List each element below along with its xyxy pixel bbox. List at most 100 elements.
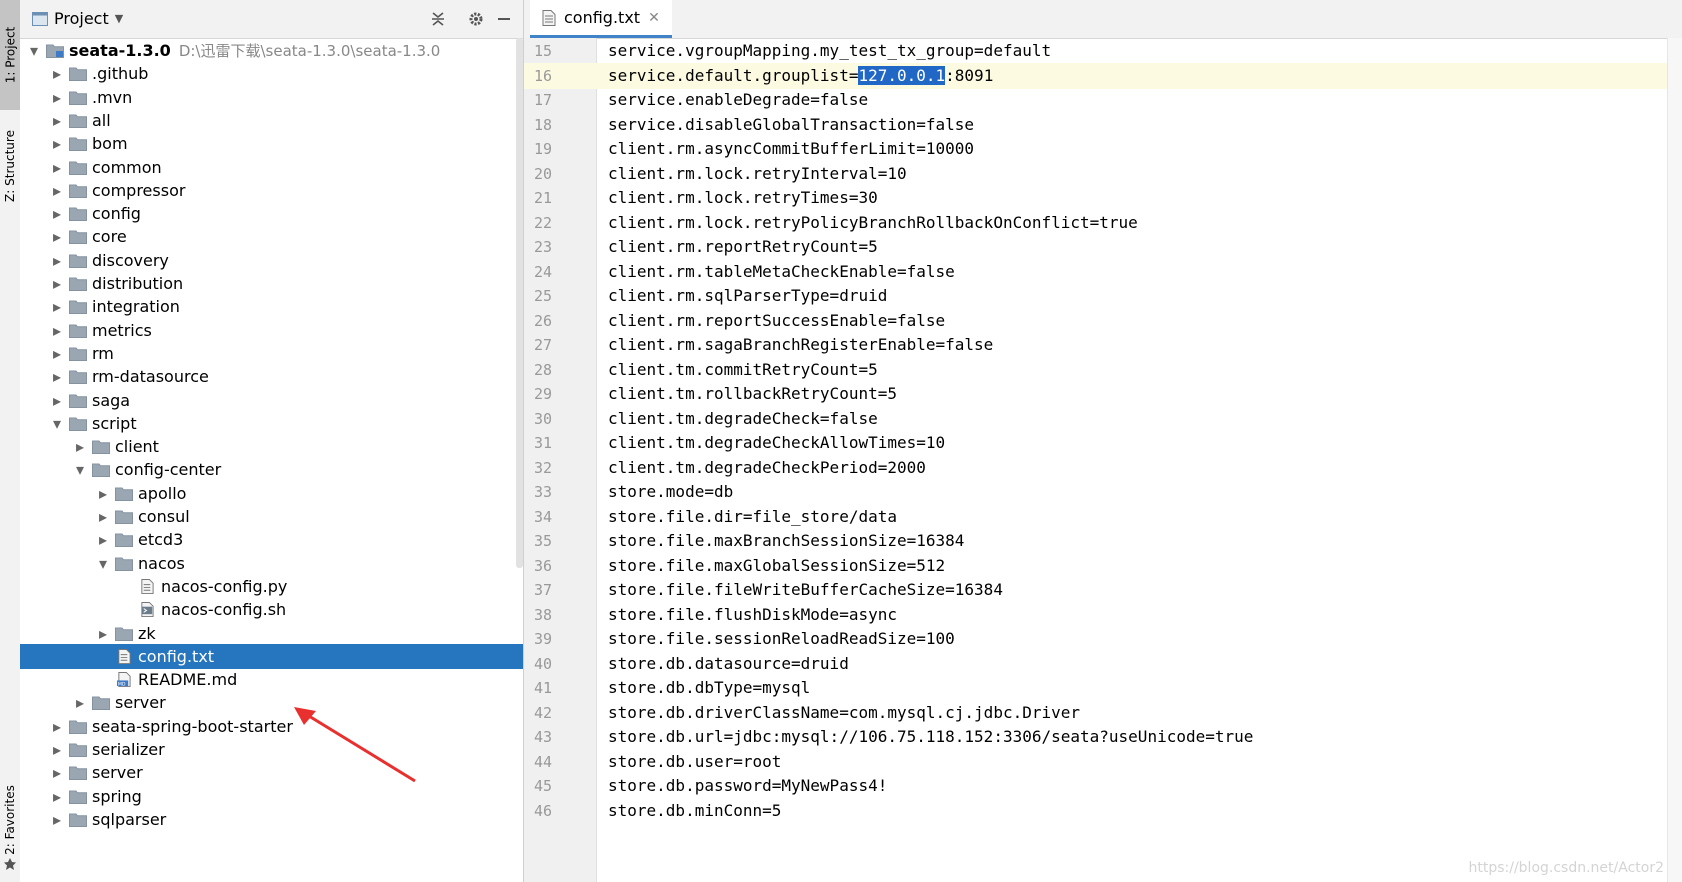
chevron-down-icon[interactable]: ▾ [95,554,111,573]
chevron-right-icon[interactable]: ▸ [49,297,65,316]
code-line[interactable]: store.file.maxBranchSessionSize=16384 [596,528,1682,554]
code-line[interactable]: client.rm.lock.retryInterval=10 [596,161,1682,187]
tree-item[interactable]: ▸ compressor [20,178,523,203]
chevron-right-icon[interactable]: ▸ [49,134,65,153]
chevron-right-icon[interactable]: ▸ [49,274,65,293]
chevron-right-icon[interactable]: ▸ [49,717,65,736]
chevron-right-icon[interactable]: ▸ [49,367,65,386]
chevron-right-icon[interactable]: ▸ [95,530,111,549]
tree-scrollbar[interactable] [516,38,523,568]
code-line[interactable]: client.tm.degradeCheckPeriod=2000 [596,455,1682,481]
chevron-right-icon[interactable]: ▸ [49,321,65,340]
tree-item[interactable]: ▸ seata-spring-boot-starter [20,714,523,739]
tree-item[interactable]: ▸ saga [20,388,523,413]
code-line[interactable]: client.rm.sagaBranchRegisterEnable=false [596,332,1682,358]
code-line[interactable]: client.tm.commitRetryCount=5 [596,357,1682,383]
tree-item[interactable]: ▸ all [20,108,523,133]
code-line[interactable]: store.mode=db [596,479,1682,505]
tree-item[interactable]: ▾ seata-1.3.0 D:\迅雷下载\seata-1.3.0\seata-1.… [20,38,523,63]
settings-button[interactable] [466,9,486,29]
chevron-right-icon[interactable]: ▸ [49,810,65,829]
code-line[interactable]: client.rm.lock.retryTimes=30 [596,185,1682,211]
code-line[interactable]: store.file.flushDiskMode=async [596,602,1682,628]
tree-item[interactable]: ▸ etcd3 [20,527,523,552]
tree-item[interactable]: ▸ distribution [20,271,523,296]
code-line[interactable]: client.rm.asyncCommitBufferLimit=10000 [596,136,1682,162]
chevron-right-icon[interactable]: ▸ [49,88,65,107]
code-line[interactable]: client.rm.reportSuccessEnable=false [596,308,1682,334]
code-line[interactable]: store.db.url=jdbc:mysql://106.75.118.152… [596,724,1682,750]
tree-item[interactable]: ▸ metrics [20,318,523,343]
code-line[interactable]: store.file.maxGlobalSessionSize=512 [596,553,1682,579]
code-line[interactable]: service.vgroupMapping.my_test_tx_group=d… [596,38,1682,64]
tree-item[interactable]: ▸ bom [20,131,523,156]
code-line[interactable]: client.tm.degradeCheck=false [596,406,1682,432]
tree-item[interactable]: ▾ nacos [20,551,523,576]
tree-item[interactable]: ▸ client [20,434,523,459]
tree-item[interactable]: ▸ .github [20,61,523,86]
editor-tab-config[interactable]: config.txt ✕ [530,0,672,38]
collapse-all-button[interactable] [428,9,448,29]
chevron-right-icon[interactable]: ▸ [49,204,65,223]
tree-item[interactable]: ▸ serializer [20,737,523,762]
code-line[interactable]: client.rm.tableMetaCheckEnable=false [596,259,1682,285]
code-line[interactable]: client.rm.sqlParserType=druid [596,283,1682,309]
tree-item[interactable]: ▸ integration [20,294,523,319]
code-line[interactable]: store.db.password=MyNewPass4! [596,773,1682,799]
chevron-right-icon[interactable]: ▸ [49,227,65,246]
code-line[interactable]: store.db.driverClassName=com.mysql.cj.jd… [596,700,1682,726]
code-line[interactable]: store.file.sessionReloadReadSize=100 [596,626,1682,652]
code-line[interactable]: client.tm.rollbackRetryCount=5 [596,381,1682,407]
chevron-right-icon[interactable]: ▸ [49,158,65,177]
code-line[interactable]: client.tm.degradeCheckAllowTimes=10 [596,430,1682,456]
tree-item[interactable]: ▸ spring [20,784,523,809]
tree-item[interactable]: ▸ consul [20,504,523,529]
tree-item[interactable]: ▸ server [20,760,523,785]
tree-item[interactable]: nacos-config.sh [20,597,523,622]
code-line[interactable]: store.db.minConn=5 [596,798,1682,824]
code-line[interactable]: service.default.grouplist=127.0.0.1:8091 [596,62,1682,89]
code-area[interactable]: service.vgroupMapping.my_test_tx_group=d… [596,38,1682,882]
chevron-down-icon[interactable]: ▾ [72,460,88,479]
chevron-right-icon[interactable]: ▸ [95,507,111,526]
tree-item[interactable]: ▸ common [20,155,523,180]
structure-tool-tab[interactable]: Z: Structure [0,116,20,216]
tree-item[interactable]: ▸ config [20,201,523,226]
code-line[interactable]: service.disableGlobalTransaction=false [596,112,1682,138]
code-line[interactable]: store.db.dbType=mysql [596,675,1682,701]
chevron-right-icon[interactable]: ▸ [49,344,65,363]
chevron-right-icon[interactable]: ▸ [49,740,65,759]
chevron-right-icon[interactable]: ▸ [49,787,65,806]
tree-item[interactable]: nacos-config.py [20,574,523,599]
code-line[interactable]: store.file.fileWriteBufferCacheSize=1638… [596,577,1682,603]
code-line[interactable]: store.file.dir=file_store/data [596,504,1682,530]
editor-scrollbar[interactable] [1667,38,1682,882]
code-line[interactable]: client.rm.lock.retryPolicyBranchRollback… [596,210,1682,236]
code-line[interactable]: store.db.user=root [596,749,1682,775]
code-line[interactable]: client.rm.reportRetryCount=5 [596,234,1682,260]
tree-item[interactable]: ▾ config-center [20,457,523,482]
chevron-right-icon[interactable]: ▸ [49,64,65,83]
code-line[interactable]: service.enableDegrade=false [596,87,1682,113]
chevron-right-icon[interactable]: ▸ [49,111,65,130]
chevron-right-icon[interactable]: ▸ [49,251,65,270]
tree-item[interactable]: ▸ core [20,224,523,249]
tree-item[interactable]: ▾ script [20,411,523,436]
chevron-right-icon[interactable]: ▸ [49,763,65,782]
tree-item[interactable]: ▸ discovery [20,248,523,273]
chevron-right-icon[interactable]: ▸ [49,391,65,410]
project-view-selector[interactable]: Project ▼ [32,9,123,28]
chevron-down-icon[interactable]: ▾ [26,41,42,60]
chevron-right-icon[interactable]: ▸ [49,181,65,200]
tree-item[interactable]: ▸ server [20,690,523,715]
tree-item[interactable]: ▸ .mvn [20,85,523,110]
chevron-right-icon[interactable]: ▸ [72,693,88,712]
chevron-right-icon[interactable]: ▸ [72,437,88,456]
tree-item[interactable]: ▸ rm-datasource [20,364,523,389]
project-tool-tab[interactable]: 1: Project [0,0,20,110]
tree-item[interactable]: config.txt [20,643,523,669]
code-line[interactable]: store.db.datasource=druid [596,651,1682,677]
tree-item[interactable]: ▸ apollo [20,481,523,506]
favorites-tool-tab[interactable]: 2: Favorites [0,770,20,870]
close-icon[interactable]: ✕ [648,10,660,26]
